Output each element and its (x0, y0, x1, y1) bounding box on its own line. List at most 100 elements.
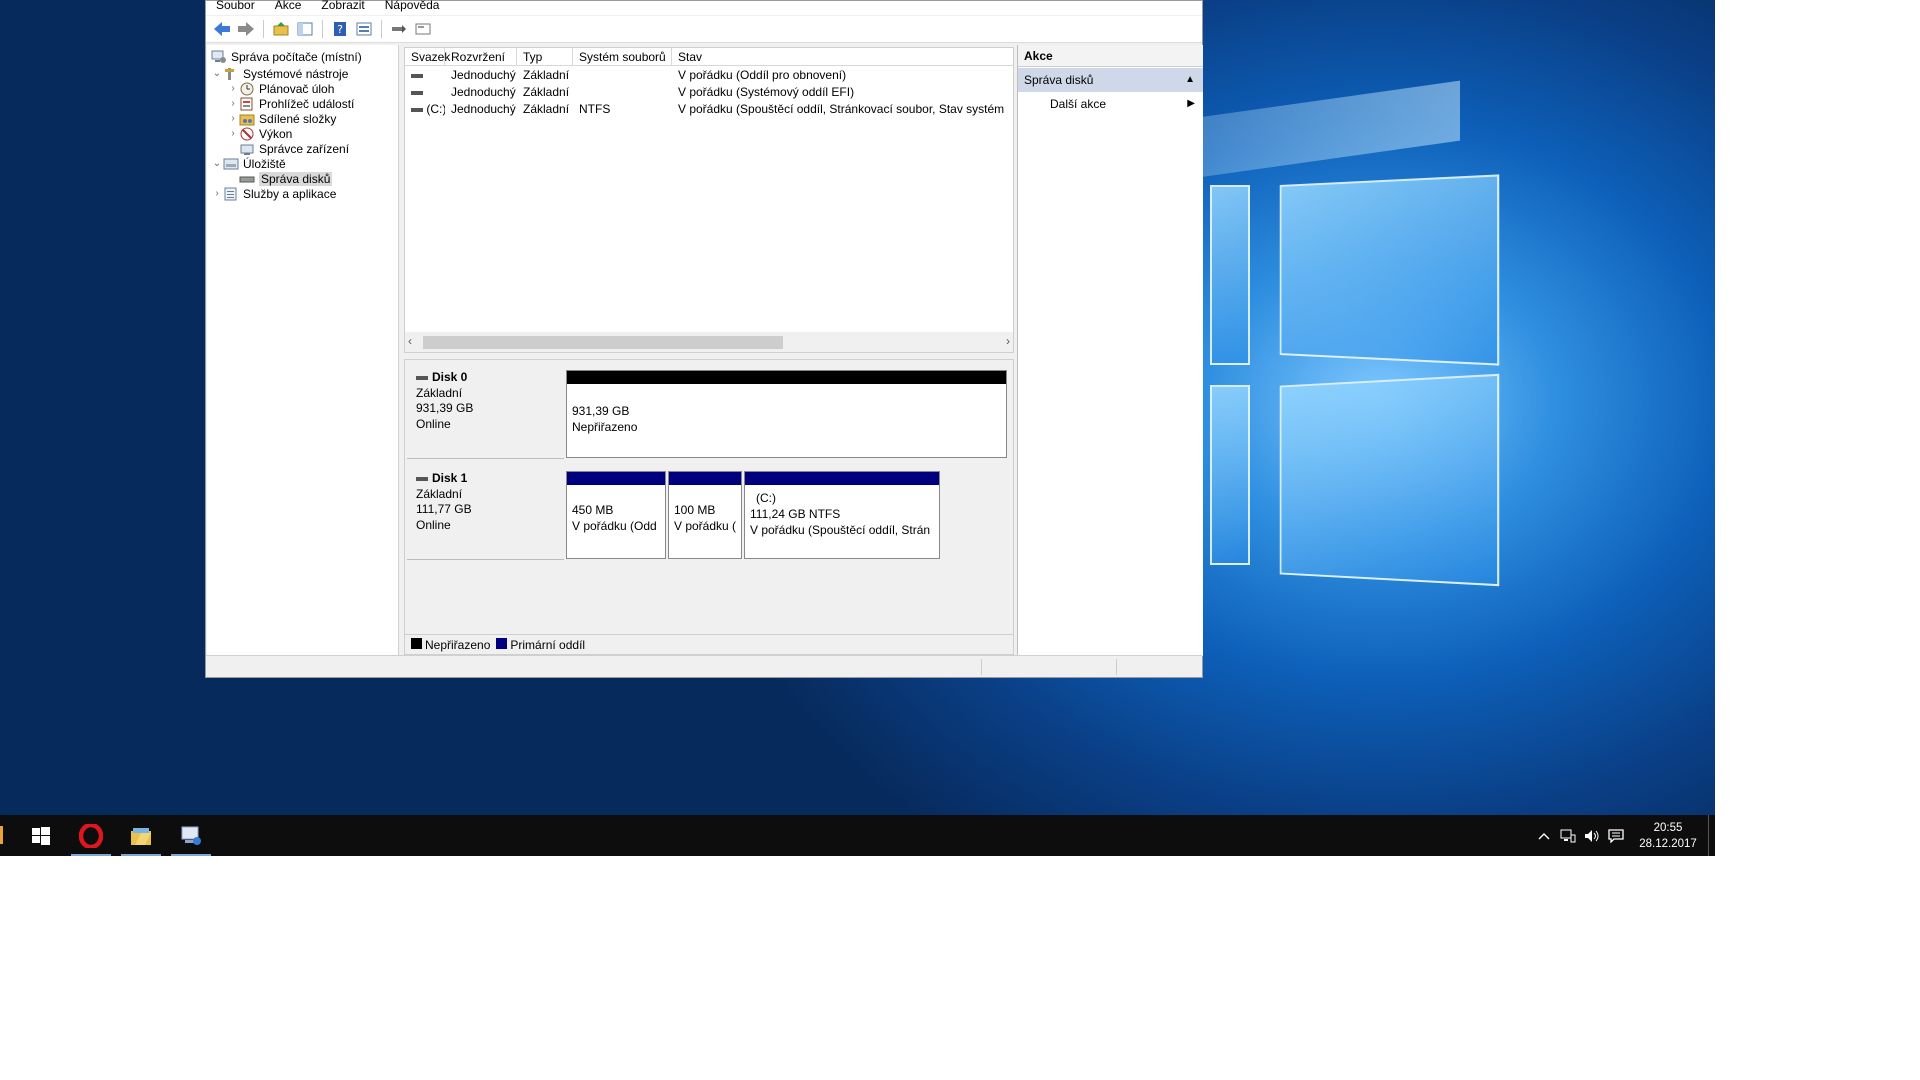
legend-swatch-primary (496, 638, 507, 649)
disk0-label[interactable]: Disk 0 Základní 931,39 GB Online (407, 362, 564, 459)
chevron-right-icon[interactable]: › (227, 83, 239, 94)
wallpaper-window-pane (1210, 185, 1250, 365)
windows-logo-icon (32, 827, 50, 845)
volume-icon[interactable] (1580, 815, 1604, 856)
tree-node-root[interactable]: Správa počítače (místní) (211, 48, 362, 65)
disk1-partition-recovery[interactable]: 450 MB V pořádku (Odd (566, 471, 666, 559)
network-icon[interactable] (1556, 815, 1580, 856)
toolbar-separator (322, 20, 323, 38)
scroll-right-icon[interactable]: › (1006, 334, 1010, 348)
system-tray: 20:55 28.12.2017 (1532, 815, 1715, 856)
start-button[interactable] (21, 815, 61, 856)
disk0-state: Online (416, 417, 564, 433)
wallpaper-window-pane (1210, 385, 1250, 565)
scroll-left-icon[interactable]: ‹ (408, 334, 412, 348)
column-header-volume[interactable]: Svazek (405, 48, 445, 66)
clock-icon (239, 82, 255, 96)
action-center-icon[interactable] (1604, 815, 1628, 856)
actions-more-item[interactable]: Další akce ▶ (1018, 92, 1203, 116)
clock-date: 28.12.2017 (1628, 836, 1708, 852)
disk1-partition-efi[interactable]: 100 MB V pořádku ( (668, 471, 742, 559)
opera-icon (79, 824, 103, 848)
taskbar: 20:55 28.12.2017 (0, 815, 1715, 856)
menu-soubor[interactable]: Soubor (206, 0, 265, 15)
disk-icon (416, 375, 428, 381)
tree-label-storage: Úložiště (243, 157, 286, 171)
type-cell: Základní (517, 85, 573, 99)
disk-icon (239, 172, 255, 186)
column-header-status[interactable]: Stav (672, 48, 1013, 66)
actions-pane: Akce Správa disků ▲ Další akce ▶ (1017, 45, 1203, 656)
menu-napoveda[interactable]: Nápověda (375, 0, 450, 15)
active-indicator (171, 854, 211, 856)
help-icon[interactable]: ? (330, 19, 350, 39)
layout-cell: Jednoduchý (445, 68, 517, 82)
menu-zobrazit[interactable]: Zobrazit (311, 0, 374, 15)
chevron-right-icon[interactable]: › (211, 188, 223, 199)
disk0-name: Disk 0 (432, 370, 467, 386)
primary-header-bar (567, 472, 665, 485)
partition-status: V pořádku ( (674, 518, 738, 534)
tree-label-event-viewer: Prohlížeč událostí (259, 97, 354, 111)
tree-label-root: Správa počítače (místní) (231, 50, 362, 64)
computer-management-icon (211, 50, 227, 64)
back-icon[interactable] (212, 19, 232, 39)
disk1-label[interactable]: Disk 1 Základní 111,77 GB Online (407, 463, 564, 560)
collapse-up-icon[interactable]: ▲ (1185, 68, 1195, 92)
forward-icon[interactable] (236, 19, 256, 39)
table-row[interactable]: Jednoduchý Základní V pořádku (Systémový… (405, 83, 1013, 100)
filesystem-cell: NTFS (573, 102, 672, 116)
primary-header-bar (669, 472, 741, 485)
legend: Nepřiřazeno Primární oddíl (405, 634, 1013, 654)
services-icon (223, 187, 239, 201)
status-cell: V pořádku (Oddíl pro obnovení) (672, 68, 1013, 82)
properties-icon[interactable] (354, 19, 374, 39)
chevron-right-icon[interactable]: › (227, 128, 239, 139)
type-cell: Základní (517, 102, 573, 116)
status-bar (206, 655, 1202, 677)
column-header-type[interactable]: Typ (517, 48, 573, 66)
computer-management-window: Soubor Akce Zobrazit Nápověda ? Správa p… (205, 0, 1203, 678)
type-cell: Základní (517, 68, 573, 82)
chevron-right-icon[interactable]: › (227, 113, 239, 124)
scrollbar-thumb[interactable] (423, 336, 783, 349)
partition-size: 450 MB (572, 502, 664, 518)
actions-section-disk-management[interactable]: Správa disků ▲ (1018, 68, 1203, 92)
table-row[interactable]: Jednoduchý Základní V pořádku (Oddíl pro… (405, 66, 1013, 83)
disk-icon (416, 476, 428, 482)
column-header-filesystem[interactable]: Systém souborů (573, 48, 672, 66)
horizontal-scrollbar[interactable]: ‹ › (405, 332, 1013, 352)
volume-list: Svazek Rozvržení Typ Systém souborů Stav… (404, 47, 1014, 353)
status-cell: V pořádku (Systémový oddíl EFI) (672, 85, 1013, 99)
disk1-partition-c[interactable]: (C:) 111,24 GB NTFS V pořádku (Spouštěcí… (744, 471, 940, 559)
svg-text:?: ? (337, 23, 343, 36)
navigation-tree: Správa počítače (místní) ⌄ Systémové nás… (207, 45, 399, 656)
partition-size: 931,39 GB (572, 403, 637, 419)
tree-node-services[interactable]: › Služby a aplikace (211, 185, 336, 202)
show-hidden-icons-chevron-icon[interactable] (1532, 815, 1556, 856)
tree-label-services: Služby a aplikace (243, 187, 336, 201)
menu-akce[interactable]: Akce (265, 0, 312, 15)
menu-bar: Soubor Akce Zobrazit Nápověda (206, 1, 1202, 15)
active-indicator (71, 854, 111, 856)
legend-item-primary: Primární oddíl (496, 638, 585, 652)
computer-management-icon (179, 825, 203, 847)
view-icon[interactable] (413, 19, 433, 39)
up-folder-icon[interactable] (271, 19, 291, 39)
taskbar-opera[interactable] (71, 815, 111, 856)
connect-icon[interactable] (389, 19, 409, 39)
chevron-right-icon[interactable]: › (227, 98, 239, 109)
column-header-layout[interactable]: Rozvržení (445, 48, 517, 66)
taskbar-computer-management[interactable] (171, 815, 211, 856)
clock[interactable]: 20:55 28.12.2017 (1628, 820, 1708, 852)
disk1-state: Online (416, 518, 564, 534)
disk0-unallocated-partition[interactable]: 931,39 GB Nepřiřazeno (566, 370, 1007, 458)
show-hide-tree-icon[interactable] (295, 19, 315, 39)
taskbar-file-explorer[interactable] (121, 815, 161, 856)
table-row[interactable]: (C:) Jednoduchý Základní NTFS V pořádku … (405, 100, 1013, 117)
event-viewer-icon (239, 97, 255, 111)
tree-label-system-tools: Systémové nástroje (243, 67, 348, 81)
show-desktop-button[interactable] (1708, 815, 1715, 856)
chevron-down-icon[interactable]: ⌄ (211, 158, 223, 169)
chevron-down-icon[interactable]: ⌄ (211, 68, 223, 79)
